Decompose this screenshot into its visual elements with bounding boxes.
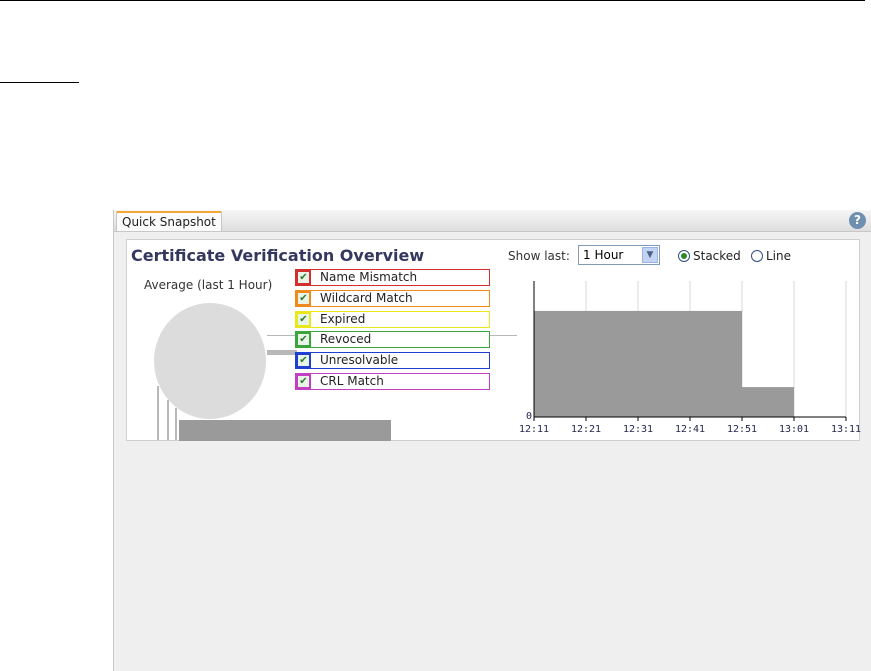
legend-label: Wildcard Match <box>320 291 413 305</box>
area-segment <box>586 310 638 417</box>
legend-item-wildcard-match[interactable]: ✔ Wildcard Match <box>295 290 490 307</box>
legend-item-expired[interactable]: ✔ Expired <box>295 311 490 328</box>
average-label: Average (last 1 Hour) <box>144 278 273 292</box>
checkbox-expired[interactable]: ✔ <box>296 312 311 327</box>
legend-item-unresolvable[interactable]: ✔ Unresolvable <box>295 352 490 369</box>
checkbox-unresolvable[interactable]: ✔ <box>296 353 311 368</box>
overview-title: Certificate Verification Overview <box>131 246 425 265</box>
render-artifact <box>179 420 391 441</box>
radio-selected-dot <box>681 253 687 259</box>
show-last-label: Show last: <box>508 249 570 263</box>
render-artifact <box>157 386 159 440</box>
chevron-down-icon[interactable]: ▼ <box>642 247 658 263</box>
render-artifact <box>167 400 169 440</box>
legend-label: CRL Match <box>320 374 384 388</box>
x-tick-label: 12:31 <box>623 424 653 435</box>
render-artifact <box>175 408 177 440</box>
legend-label: Name Mismatch <box>320 270 418 284</box>
area-segment <box>690 310 742 417</box>
legend-item-name-mismatch[interactable]: ✔ Name Mismatch <box>295 269 490 286</box>
legend-item-revoced[interactable]: ✔ Revoced <box>295 331 490 348</box>
legend-label: Revoced <box>320 332 372 346</box>
area-segment <box>638 310 690 417</box>
radio-stacked[interactable] <box>678 250 690 262</box>
heading-underline <box>0 82 79 83</box>
time-range-value: 1 Hour <box>583 248 624 262</box>
checkbox-wildcard-match[interactable]: ✔ <box>296 291 311 306</box>
overview-card: Certificate Verification Overview Averag… <box>126 239 861 441</box>
x-tick-label: 13:11 <box>831 424 861 435</box>
area-segment <box>534 310 586 417</box>
trend-chart: 12:11 12:21 12:31 12:41 12:51 13:01 13:11 0 <box>519 281 861 435</box>
tab-bar: Quick Snapshot ? <box>114 210 871 232</box>
legend-label: Expired <box>320 312 366 326</box>
area-segment <box>742 387 794 417</box>
top-divider <box>0 0 865 1</box>
quick-snapshot-panel: Quick Snapshot ? Certificate Verificatio… <box>113 210 871 671</box>
tab-quick-snapshot[interactable]: Quick Snapshot <box>116 211 222 231</box>
radio-stacked-label[interactable]: Stacked <box>693 249 741 263</box>
x-tick-label: 12:51 <box>727 424 757 435</box>
time-range-select[interactable]: 1 Hour ▼ <box>578 245 660 265</box>
radio-line[interactable] <box>751 250 763 262</box>
x-tick-label: 12:21 <box>571 424 601 435</box>
x-tick-label: 13:01 <box>779 424 809 435</box>
checkbox-revoced[interactable]: ✔ <box>296 332 311 347</box>
help-icon[interactable]: ? <box>849 212 866 229</box>
checkbox-name-mismatch[interactable]: ✔ <box>296 270 311 285</box>
average-pie-chart <box>154 303 266 419</box>
y-tick-label: 0 <box>526 411 532 422</box>
x-tick-label: 12:11 <box>519 424 549 435</box>
x-tick-label: 12:41 <box>675 424 705 435</box>
radio-line-label[interactable]: Line <box>766 249 791 263</box>
checkbox-crl-match[interactable]: ✔ <box>296 374 311 389</box>
render-artifact <box>267 350 297 355</box>
legend-item-crl-match[interactable]: ✔ CRL Match <box>295 373 490 390</box>
legend-label: Unresolvable <box>320 353 399 367</box>
